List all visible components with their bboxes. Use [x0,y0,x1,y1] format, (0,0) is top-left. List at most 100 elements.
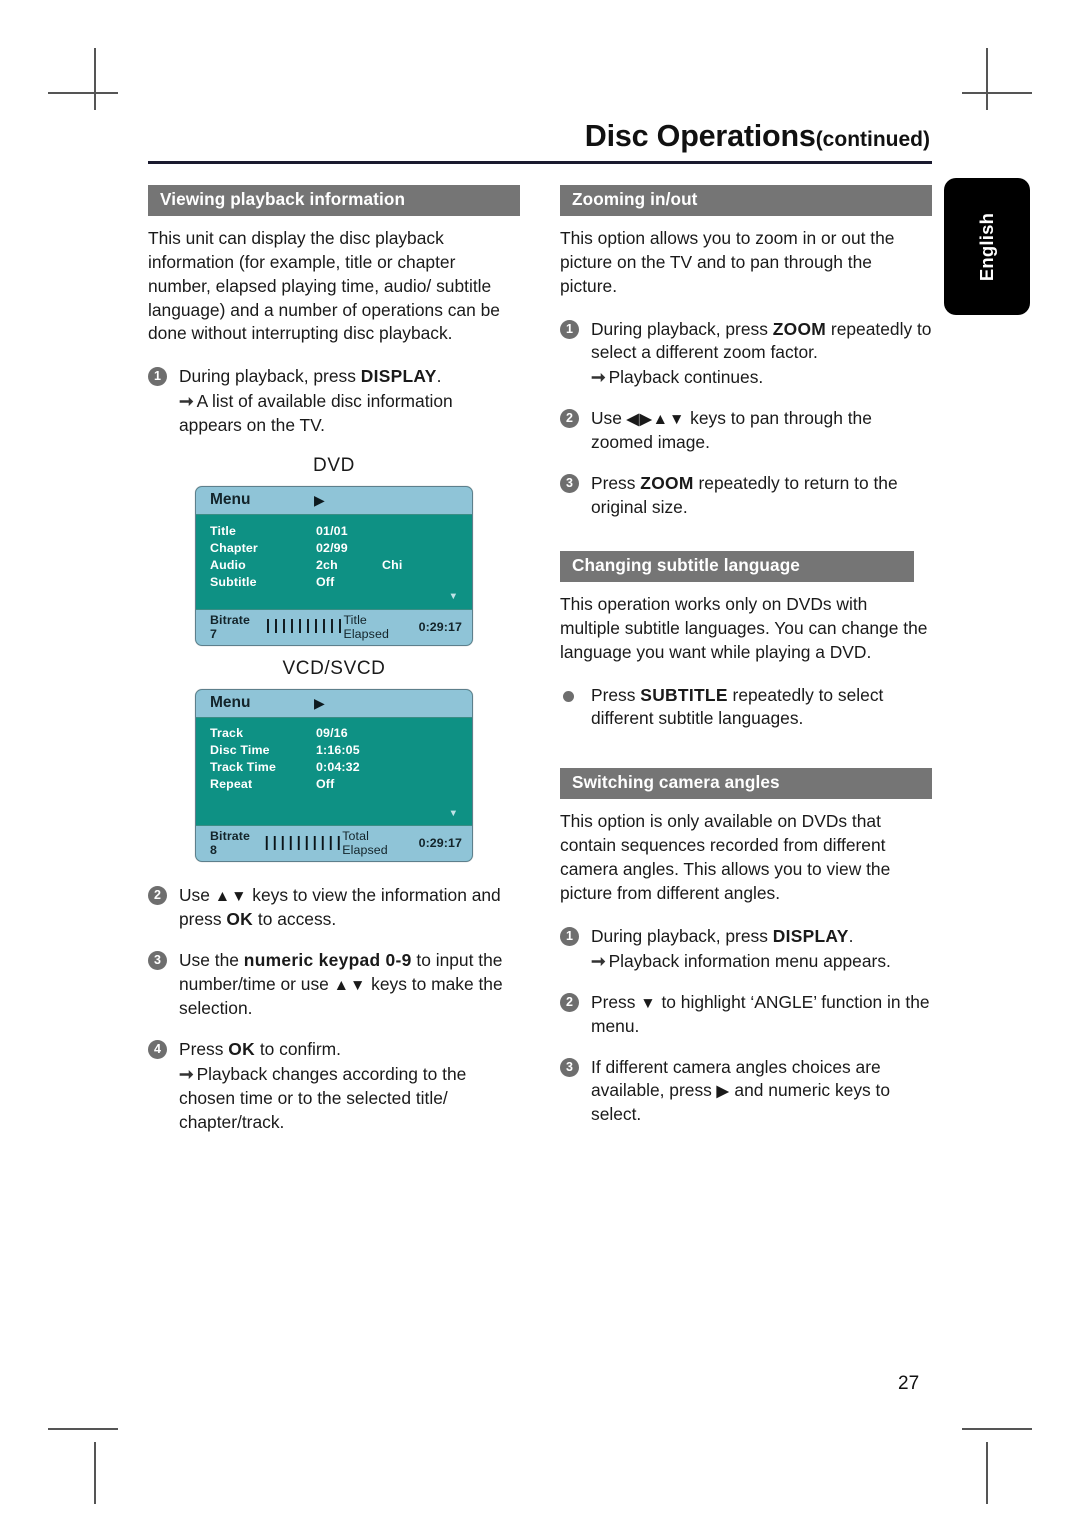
step-number-badge: 4 [148,1039,167,1059]
arrow-icon: ➞ [591,950,606,971]
step-key-ok: OK [226,909,254,930]
osd-body-vcd: Track 09/16 Disc Time 1:16:05 Track Time… [196,717,472,826]
step-highlight-angle: 2 Press ▼ to highlight ‘ANGLE’ function … [560,991,932,1039]
osd-row-value1: 01/01 [316,523,348,538]
osd-row-label: Audio [210,557,246,572]
step-text-before: During playback, press [591,318,773,339]
osd-row-value1: Off [316,777,335,792]
crop-mark-bottom-left-vertical [94,1442,96,1504]
section-header-switching-camera-angles: Switching camera angles [560,768,932,800]
step-key-display: DISPLAY [772,925,849,946]
crop-mark-top-left-horizontal [48,92,118,94]
osd-screen-dvd: Menu ▶ Title 01/01 Chapter 02/99 Audio 2… [195,486,473,646]
osd-row-value1: 1:16:05 [316,743,360,758]
osd-row-value1: 0:04:32 [316,760,360,775]
step-result-text: Playback information menu appears. [608,950,891,971]
step-number-badge: 1 [560,319,579,339]
language-tab: English [944,178,1030,315]
step-number-badge: 2 [560,992,579,1012]
osd-footer-vcd: Bitrate 8 |||||||||| Total Elapsed 0:29:… [196,825,472,862]
osd-menu-bar-vcd: Menu ▶ [196,689,472,718]
osd-row: Disc Time 1:16:05 [196,742,472,759]
scroll-down-caret-icon: ▼ [448,591,458,603]
osd-row-value1: 09/16 [316,726,348,741]
osd-body-spacer [196,793,472,807]
osd-elapsed-label: Title Elapsed [343,612,389,641]
step-number-badge: 3 [560,474,579,494]
step-result-text: A list of available disc information app… [179,391,453,436]
osd-row-value1: 2ch [316,557,338,572]
step-number-badge: 2 [560,409,579,429]
arrow-icon: ➞ [179,1063,194,1084]
osd-row-value2: Chi [382,557,403,572]
page-title-main: Disc Operations [584,119,816,153]
step-text-before: Use [591,408,627,429]
osd-row-label: Subtitle [210,574,257,589]
osd-row: Repeat Off [196,776,472,793]
page-title-suffix: (continued) [815,128,930,151]
step-key-display: DISPLAY [360,366,437,387]
section-header-changing-subtitle-language: Changing subtitle language [560,551,914,582]
step-view-information: 2 Use ▲▼ keys to view the information an… [148,884,520,932]
direction-keys-icon: ◀▶▲▼ [626,411,686,429]
osd-elapsed-time: 0:29:17 [418,836,462,851]
left-column: Viewing playback information This unit c… [148,185,520,1151]
osd-row: Chapter 02/99 [196,539,472,556]
step-number-badge: 3 [148,951,167,971]
osd-row-label: Track [210,726,244,741]
step-display: 1 During playback, press DISPLAY. ➞ A lis… [148,365,520,438]
step-text-before: Use the [179,950,244,971]
updown-keys-icon: ▲▼ [333,976,367,994]
step-angles-display: 1 During playback, press DISPLAY. ➞ Playb… [560,925,932,974]
down-key-icon: ▼ [640,994,657,1012]
step-result-text: Playback changes according to the chosen… [179,1063,467,1132]
scroll-down-caret-icon: ▼ [448,807,458,819]
step-result-text: Playback continues. [608,367,764,388]
osd-row: Title 01/01 [196,522,472,539]
step-text-before: Use [179,885,215,906]
osd-row: Subtitle Off [196,573,472,590]
osd-menu-title-dvd: Menu [210,491,251,509]
bullet-text-before: Press [591,684,641,705]
step-numeric-keypad: 3 Use the numeric keypad 0-9 to input th… [148,949,520,1021]
play-arrow-icon: ▶ [314,694,325,711]
language-tab-label: English [976,212,997,281]
bullet-press-subtitle: Press SUBTITLE repeatedly to select diff… [560,684,932,732]
osd-bitrate-bars: |||||||||| [263,618,344,636]
step-key-subtitle: SUBTITLE [640,684,728,705]
arrow-icon: ➞ [591,367,606,388]
bullet-icon [563,690,574,702]
play-arrow-icon: ▶ [314,492,325,509]
angles-intro: This option is only available on DVDs th… [560,811,891,903]
osd-menu-title-vcd: Menu [210,693,251,711]
osd-row-label: Chapter [210,540,258,555]
step-number-badge: 1 [560,926,579,946]
osd-row-label: Title [210,523,236,538]
step-press-zoom: 1 During playback, press ZOOM repeatedly… [560,318,932,391]
step-text-before: Press [591,991,641,1012]
step-key-zoom: ZOOM [772,318,827,339]
right-key-icon: ▶ [716,1083,730,1101]
step-result: ➞ Playback changes according to the chose… [179,1063,520,1135]
osd-bitrate-label: Bitrate 8 [210,829,250,858]
zooming-intro: This option allows you to zoom in or out… [560,227,895,296]
viewing-playback-intro: This unit can display the disc playback … [148,227,500,344]
osd-row-label: Repeat [210,777,253,792]
step-text-after: . [436,366,442,387]
osd-elapsed-time: 0:29:17 [418,619,462,634]
osd-row-value1: 02/99 [316,540,348,555]
osd-label-dvd: DVD [313,455,355,477]
section-header-zooming-in-out: Zooming in/out [560,185,932,216]
step-confirm: 4 Press OK to confirm. ➞ Playback changes… [148,1038,520,1135]
step-zoom-return: 3 Press ZOOM repeatedly to return to the… [560,472,932,520]
osd-body-dvd: Title 01/01 Chapter 02/99 Audio 2ch Chi [196,515,472,609]
step-number-badge: 3 [560,1057,579,1077]
osd-footer-dvd: Bitrate 7 |||||||||| Title Elapsed 0:29:… [196,608,472,645]
osd-elapsed-label: Total Elapsed [342,829,388,858]
subtitle-intro: This operation works only on DVDs with m… [560,593,928,662]
osd-menu-bar-dvd: Menu ▶ [196,487,472,516]
osd-row-value1: Off [316,574,335,589]
osd-row: Audio 2ch Chi [196,556,472,573]
